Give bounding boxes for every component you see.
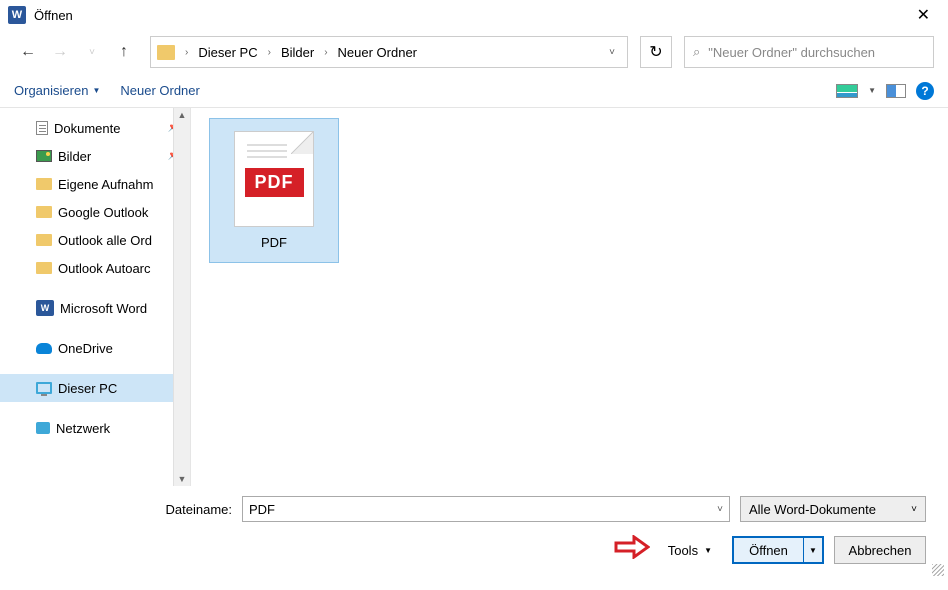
scroll-down-icon[interactable]: ▼: [178, 474, 187, 484]
file-type-filter[interactable]: Alle Word-Dokumente ˅: [740, 496, 926, 522]
search-icon: ⌕: [693, 44, 700, 60]
nav-forward-button[interactable]: →: [46, 38, 74, 66]
refresh-button[interactable]: ↻: [640, 36, 672, 68]
nav-recent-dropdown[interactable]: ˅: [78, 38, 106, 66]
navigation-pane: Dokumente 📌 Bilder 📌 Eigene Aufnahm Goog…: [0, 108, 190, 486]
pc-icon: [36, 382, 52, 394]
view-mode-icon[interactable]: [836, 84, 858, 98]
chevron-down-icon[interactable]: ▼: [868, 86, 876, 95]
tools-menu[interactable]: Tools▼: [668, 543, 712, 558]
chevron-down-icon: ˅: [911, 504, 917, 515]
file-name-label: PDF: [261, 235, 287, 250]
folder-icon: [36, 206, 52, 218]
sidebar-item-word[interactable]: W Microsoft Word: [0, 294, 190, 322]
chevron-right-icon: ›: [264, 47, 275, 58]
breadcrumb-item[interactable]: Neuer Ordner: [338, 45, 417, 60]
word-icon: W: [36, 300, 54, 316]
file-item-pdf[interactable]: PDF PDF: [209, 118, 339, 263]
breadcrumb-item[interactable]: Bilder: [281, 45, 314, 60]
organize-menu[interactable]: Organisieren▼: [14, 83, 100, 98]
sidebar-item-folder[interactable]: Outlook alle Ord: [0, 226, 190, 254]
address-bar[interactable]: › Dieser PC › Bilder › Neuer Ordner ˅: [150, 36, 628, 68]
folder-icon: [157, 45, 175, 60]
open-split-dropdown[interactable]: ▼: [804, 538, 822, 562]
breadcrumb-item[interactable]: Dieser PC: [198, 45, 257, 60]
search-input[interactable]: ⌕ "Neuer Ordner" durchsuchen: [684, 36, 934, 68]
pictures-icon: [36, 150, 52, 162]
chevron-down-icon: ▼: [92, 86, 100, 95]
sidebar-item-network[interactable]: Netzwerk: [0, 414, 190, 442]
sidebar-item-pictures[interactable]: Bilder 📌: [0, 142, 190, 170]
cancel-button[interactable]: Abbrechen: [834, 536, 926, 564]
address-dropdown[interactable]: ˅: [609, 47, 621, 58]
chevron-down-icon[interactable]: ˅: [717, 504, 723, 515]
folder-icon: [36, 178, 52, 190]
network-icon: [36, 422, 50, 434]
sidebar-item-folder[interactable]: Outlook Autoarc: [0, 254, 190, 282]
search-placeholder: "Neuer Ordner" durchsuchen: [708, 45, 875, 60]
sidebar-item-documents[interactable]: Dokumente 📌: [0, 114, 190, 142]
sidebar-item-folder[interactable]: Google Outlook: [0, 198, 190, 226]
document-icon: [36, 121, 48, 135]
annotation-arrow-icon: [614, 534, 650, 566]
file-list-area[interactable]: PDF PDF: [190, 108, 948, 486]
open-button[interactable]: Öffnen ▼: [732, 536, 824, 564]
pdf-file-icon: PDF: [234, 131, 314, 227]
onedrive-icon: [36, 343, 52, 354]
filename-label: Dateiname:: [22, 502, 232, 517]
nav-up-button[interactable]: ↑: [110, 38, 138, 66]
sidebar-item-onedrive[interactable]: OneDrive: [0, 334, 190, 362]
preview-pane-icon[interactable]: [886, 84, 906, 98]
chevron-right-icon: ›: [181, 47, 192, 58]
folder-icon: [36, 234, 52, 246]
word-app-icon: W: [8, 6, 26, 24]
help-button[interactable]: ?: [916, 82, 934, 100]
dialog-title: Öffnen: [34, 8, 73, 23]
close-button[interactable]: ✕: [907, 5, 940, 25]
nav-back-button[interactable]: ←: [14, 38, 42, 66]
chevron-right-icon: ›: [320, 47, 331, 58]
sidebar-scrollbar[interactable]: ▲ ▼: [173, 108, 190, 486]
filename-input[interactable]: PDF ˅: [242, 496, 730, 522]
resize-grip[interactable]: [932, 564, 944, 576]
folder-icon: [36, 262, 52, 274]
new-folder-button[interactable]: Neuer Ordner: [120, 83, 199, 98]
sidebar-item-thispc[interactable]: Dieser PC: [0, 374, 190, 402]
scroll-up-icon[interactable]: ▲: [178, 110, 187, 120]
chevron-down-icon: ▼: [704, 546, 712, 555]
sidebar-item-folder[interactable]: Eigene Aufnahm: [0, 170, 190, 198]
